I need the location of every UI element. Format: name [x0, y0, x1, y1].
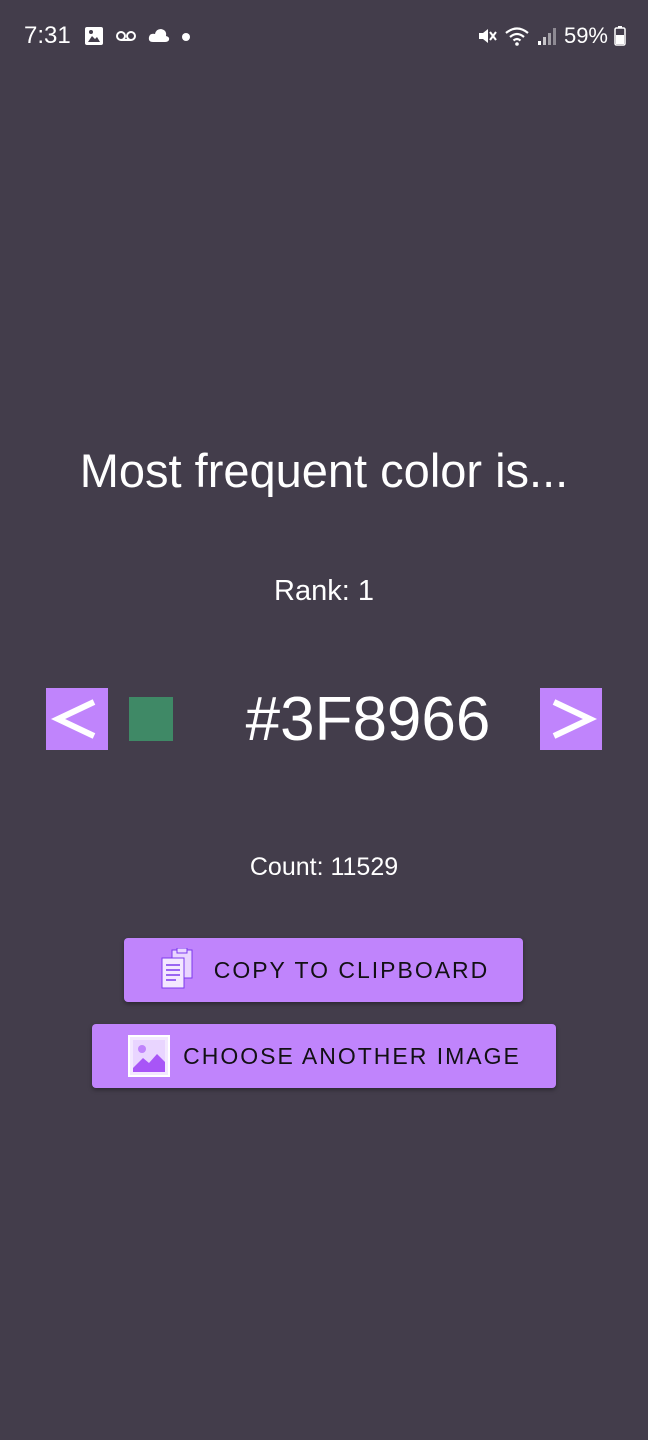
color-swatch [129, 697, 173, 741]
previous-color-button[interactable] [46, 688, 108, 750]
copy-to-clipboard-button[interactable]: COPY TO CLIPBOARD [124, 938, 523, 1002]
image-picker-icon [127, 1034, 171, 1078]
hex-code: #3F8966 [245, 685, 491, 754]
status-right: 59% [476, 22, 626, 50]
battery-percentage: 59% [563, 23, 608, 48]
status-time: 7:31 [24, 22, 71, 49]
rank-label: Rank: 1 [274, 575, 374, 607]
chevron-right-icon [552, 699, 598, 739]
mute-icon [476, 25, 498, 47]
next-color-button[interactable] [540, 688, 602, 750]
headline: Most frequent color is... [79, 444, 569, 497]
wifi-icon [504, 25, 530, 47]
status-bar: 7:31 59% [0, 0, 648, 72]
choose-another-image-label: CHOOSE ANOTHER IMAGE [183, 1042, 521, 1069]
choose-another-image-button[interactable]: CHOOSE ANOTHER IMAGE [92, 1024, 556, 1088]
image-icon [83, 25, 105, 47]
voicemail-icon [115, 25, 137, 47]
cloud-icon [147, 25, 169, 47]
clipboard-icon [158, 947, 198, 992]
status-left: 7:31 [24, 22, 193, 50]
dot-icon [179, 25, 193, 47]
signal-icon [536, 25, 558, 47]
count-label: Count: 11529 [249, 853, 399, 881]
battery-icon [614, 25, 626, 47]
copy-to-clipboard-label: COPY TO CLIPBOARD [213, 956, 490, 983]
chevron-left-icon [50, 699, 96, 739]
